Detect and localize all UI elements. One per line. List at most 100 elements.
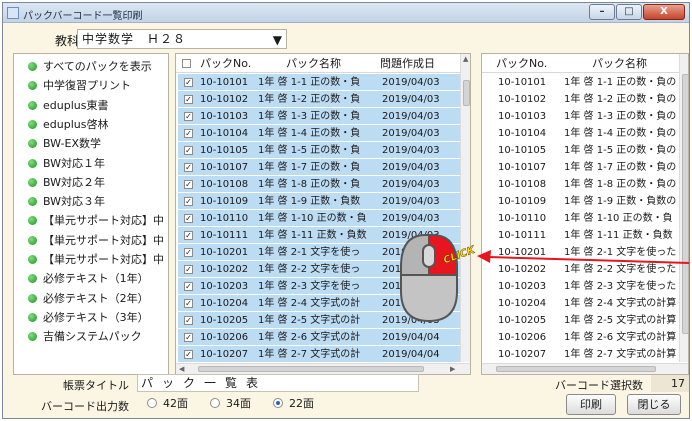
table-row[interactable]: 10-10111 1年 啓 1-11 正数・負数 [484,227,680,244]
selected-list-vscroll-thumb[interactable] [682,74,688,334]
category-item[interactable]: 【単元サポート対応】中 [14,212,168,230]
scroll-right-icon[interactable]: ▶ [450,364,455,374]
row-checkbox[interactable]: ✓ [184,350,193,359]
row-checkbox[interactable]: ✓ [184,146,193,155]
cell-no: 10-10104 [498,128,547,139]
scroll-up-icon[interactable]: ▲ [463,54,468,64]
selected-pack-table[interactable]: パックNo. パック名称 10-10101 1年 啓 1-1 正の数・負の 10-1… [481,53,689,375]
row-checkbox[interactable]: ✓ [184,214,193,223]
subject-select[interactable]: 中学数学 Ｈ２８ ▼ [77,29,287,49]
table-row[interactable]: 10-10108 1年 啓 1-8 正の数・負の [484,176,680,193]
table-row[interactable]: ✓ 10-10109 1年 啓 1-9 正数・負数 2019/04/03 [178,193,460,210]
table-row[interactable]: ✓ 10-10101 1年 啓 1-1 正の数・負 2019/04/03 [178,74,460,91]
row-checkbox[interactable]: ✓ [184,316,193,325]
pack-list-hscrollbar[interactable]: ◀ ▶ [176,363,470,374]
row-checkbox[interactable]: ✓ [184,95,193,104]
category-list[interactable]: すべてのパックを表示中学復習プリント eduplus東書 eduplus啓林 BW-E… [13,53,169,375]
table-row[interactable]: 10-10110 1年 啓 1-10 正の数・負 [484,210,680,227]
selected-list-vscrollbar[interactable] [679,54,688,362]
table-row[interactable]: 10-10207 1年 啓 2-7 文字式の計算 [484,346,680,363]
table-row[interactable]: ✓ 10-10108 1年 啓 1-8 正の数・負 2019/04/03 [178,176,460,193]
output-34-radio[interactable]: 34面 [210,395,251,411]
table-row[interactable]: 10-10101 1年 啓 1-1 正の数・負の [484,74,680,91]
category-item[interactable]: 吉備システムパック [14,328,168,346]
radio-circle-icon[interactable] [210,398,220,408]
category-item[interactable]: すべてのパックを表示 [14,58,168,76]
header-pack-no[interactable]: パックNo. [200,54,260,73]
radio-circle-icon[interactable] [147,398,157,408]
category-label: 【単元サポート対応】中 [43,253,164,266]
category-item[interactable]: BW対応３年 [14,193,168,211]
category-item[interactable]: 【単元サポート対応】中 [14,251,168,269]
table-row[interactable]: 10-10109 1年 啓 1-9 正数・負数の [484,193,680,210]
category-item[interactable]: 必修テキスト（2年） [14,290,168,308]
category-item[interactable]: BW対応１年 [14,155,168,173]
table-row[interactable]: ✓ 10-10207 1年 啓 2-7 文字式の計 2019/04/04 [178,346,460,363]
category-item[interactable]: BW対応２年 [14,174,168,192]
category-item[interactable]: BW-EX数学 [14,135,168,153]
table-row[interactable]: ✓ 10-10206 1年 啓 2-6 文字式の計 2019/04/04 [178,329,460,346]
chevron-down-icon[interactable]: ▼ [273,31,283,49]
row-checkbox[interactable]: ✓ [184,197,193,206]
output-22-radio[interactable]: 22面 [273,395,314,411]
category-item[interactable]: 中学復習プリント [14,77,168,95]
header-created-date[interactable]: 問題作成日 [380,54,450,73]
category-item[interactable]: eduplus東書 [14,97,168,115]
pack-list-table[interactable]: パックNo. パック名称 問題作成日 ✓ 10-10101 1年 啓 1-1 正の数… [175,53,471,375]
row-checkbox[interactable]: ✓ [184,78,193,87]
radio-circle-icon[interactable] [273,398,283,408]
category-item[interactable]: 必修テキスト（1年） [14,270,168,288]
category-item[interactable]: 必修テキスト（3年） [14,309,168,327]
row-checkbox[interactable]: ✓ [184,231,193,240]
table-row[interactable]: ✓ 10-10103 1年 啓 1-3 正の数・負 2019/04/03 [178,108,460,125]
table-row[interactable]: 10-10206 1年 啓 2-6 文字式の計算 [484,329,680,346]
table-row[interactable]: 10-10104 1年 啓 1-4 正の数・負の [484,125,680,142]
select-all-checkbox[interactable] [182,59,191,68]
subject-label: 教科 [55,34,80,48]
row-checkbox[interactable]: ✓ [184,112,193,121]
table-row[interactable]: ✓ 10-10110 1年 啓 1-10 正の数・負 2019/04/03 [178,210,460,227]
table-row[interactable]: 10-10103 1年 啓 1-3 正の数・負の [484,108,680,125]
table-row[interactable]: ✓ 10-10104 1年 啓 1-4 正の数・負 2019/04/03 [178,125,460,142]
table-row[interactable]: 10-10204 1年 啓 2-4 文字式の計算 [484,295,680,312]
cell-date: 2019/04/03 [382,162,440,173]
table-row[interactable]: ✓ 10-10102 1年 啓 1-2 正の数・負 2019/04/03 [178,91,460,108]
row-checkbox[interactable]: ✓ [184,282,193,291]
title-bar: パックバーコード一覧印刷 – □ X [3,3,689,23]
row-checkbox[interactable]: ✓ [184,248,193,257]
table-row[interactable]: 10-10205 1年 啓 2-5 文字式の計算 [484,312,680,329]
table-row[interactable]: 10-10105 1年 啓 1-5 正の数・負の [484,142,680,159]
pack-list-hscroll-thumb[interactable] [198,366,424,372]
row-checkbox[interactable]: ✓ [184,265,193,274]
print-button[interactable]: 印刷 [566,394,616,415]
header-pack-name[interactable]: パック名称 [286,54,366,73]
header-selected-pack-no[interactable]: パックNo. [496,54,556,73]
maximize-button[interactable]: □ [616,4,642,20]
table-row[interactable]: 10-10107 1年 啓 1-7 正の数・負の [484,159,680,176]
minimize-button[interactable]: – [589,4,615,20]
pack-list-vscroll-thumb[interactable] [463,80,470,106]
selected-list-hscrollbar[interactable] [482,363,688,374]
close-window-button[interactable]: X [643,4,685,20]
table-row[interactable]: 10-10102 1年 啓 1-2 正の数・負の [484,91,680,108]
row-checkbox[interactable]: ✓ [184,163,193,172]
row-checkbox[interactable]: ✓ [184,299,193,308]
table-row[interactable]: ✓ 10-10107 1年 啓 1-7 正の数・負 2019/04/03 [178,159,460,176]
table-row[interactable]: ✓ 10-10105 1年 啓 1-5 正の数・負 2019/04/03 [178,142,460,159]
form-title-input[interactable]: パック一覧表 [137,374,419,392]
table-row[interactable]: 10-10203 1年 啓 2-3 文字を使った [484,278,680,295]
category-label: すべてのパックを表示 [43,60,152,73]
row-checkbox[interactable]: ✓ [184,180,193,189]
category-item[interactable]: eduplus啓林 [14,116,168,134]
row-checkbox[interactable]: ✓ [184,129,193,138]
row-checkbox[interactable]: ✓ [184,333,193,342]
selected-list-hscroll-thumb[interactable] [496,366,656,372]
output-42-radio[interactable]: 42面 [147,395,188,411]
green-dot-icon [28,197,37,207]
header-selected-pack-name[interactable]: パック名称 [592,54,672,73]
output-count-label: バーコード出力数 [41,400,129,413]
category-item[interactable]: 【単元サポート対応】中 [14,232,168,250]
scroll-left-icon[interactable]: ◀ [179,364,184,374]
app-icon [7,7,19,19]
close-button[interactable]: 閉じる [627,394,681,415]
